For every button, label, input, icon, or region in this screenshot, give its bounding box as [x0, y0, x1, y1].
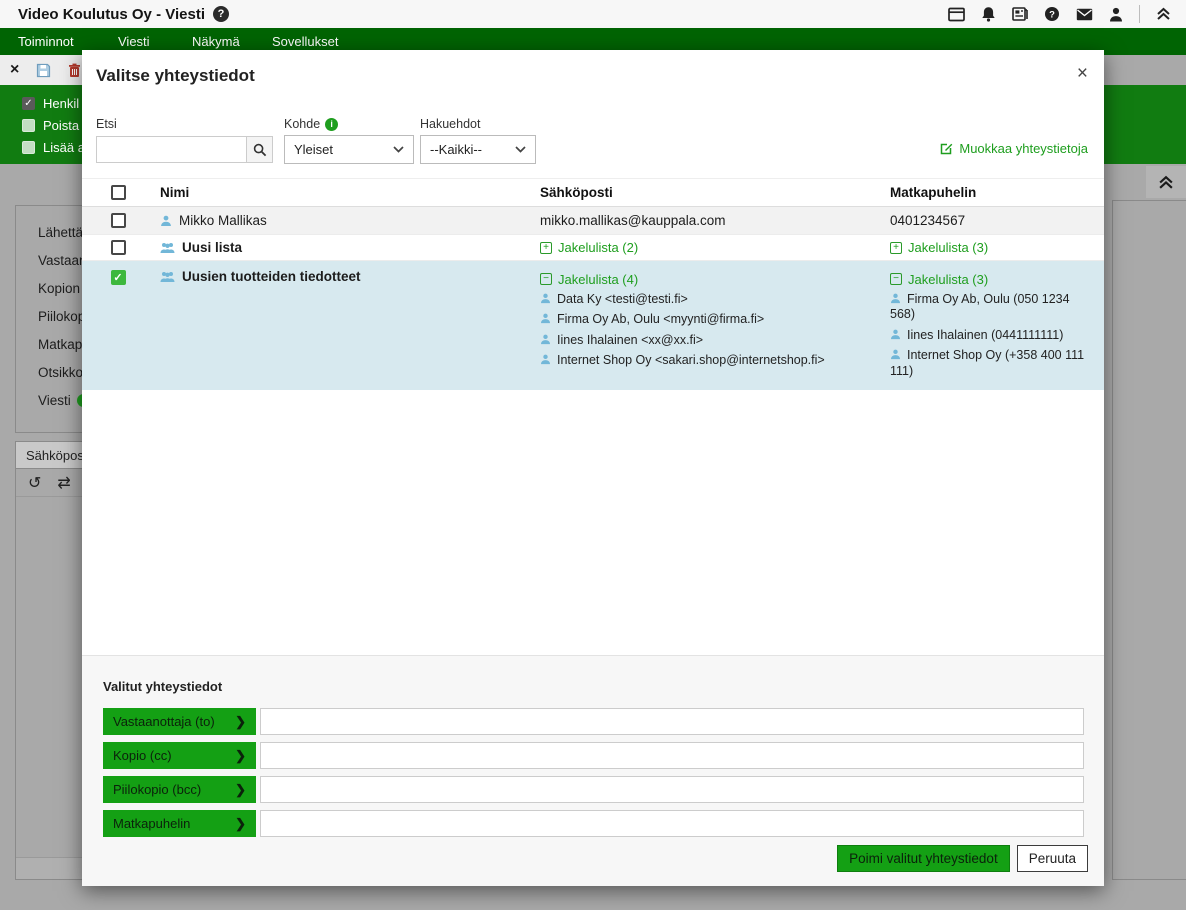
vastaanottaja-to-button[interactable]: Vastaanottaja (to) ❯ [103, 708, 256, 735]
row-checkbox[interactable] [111, 240, 126, 255]
matkapuhelin-field[interactable] [260, 810, 1084, 837]
menu-toiminnot[interactable]: Toiminnot [18, 28, 74, 55]
table-header-row: Nimi Sähköposti Matkapuhelin [82, 178, 1104, 207]
group-icon [160, 242, 175, 254]
person-icon [890, 293, 901, 304]
list-member: Internet Shop Oy (+358 400 111 111) [890, 348, 1088, 379]
kopio-cc-field[interactable] [260, 742, 1084, 769]
expand-icon[interactable]: + [540, 242, 552, 254]
piilokopio-bcc-field[interactable] [260, 776, 1084, 803]
hakuehdot-label: Hakuehdot [420, 117, 480, 131]
search-button[interactable] [246, 136, 273, 163]
vastaanottaja-to-field[interactable] [260, 708, 1084, 735]
mail-icon[interactable] [1075, 5, 1093, 23]
person-icon [540, 313, 551, 324]
trash-icon[interactable] [68, 63, 81, 78]
kopio-cc-button[interactable]: Kopio (cc) ❯ [103, 742, 256, 769]
save-icon[interactable] [36, 63, 51, 78]
selected-contacts-section: Valitut yhteystiedot Vastaanottaja (to) … [82, 655, 1104, 886]
row-phone: 0401234567 [890, 213, 1088, 228]
list-member: Iines Ihalainen (0441111111) [890, 328, 1088, 344]
col-header-nimi: Nimi [144, 185, 540, 200]
person-icon [540, 293, 551, 304]
col-header-sahkoposti: Sähköposti [540, 185, 890, 200]
background-toolbar: × [0, 55, 82, 85]
chevron-right-icon: ❯ [235, 782, 246, 798]
group-icon [160, 271, 175, 283]
newsletter-icon[interactable] [1011, 5, 1029, 23]
select-all-checkbox[interactable] [111, 185, 126, 200]
row-email: mikko.mallikas@kauppala.com [540, 213, 890, 228]
selected-contacts-title: Valitut yhteystiedot [103, 679, 222, 694]
etsi-label: Etsi [96, 117, 117, 131]
list-member: Iines Ihalainen <xx@xx.fi> [540, 333, 890, 349]
col-header-matkapuhelin: Matkapuhelin [890, 185, 1088, 200]
topbar-divider [1139, 5, 1140, 23]
window-icon[interactable] [947, 5, 965, 23]
edit-contacts-link[interactable]: Muokkaa yhteystietoja [940, 141, 1088, 156]
kohde-label: Kohde i [284, 117, 338, 131]
person-icon [540, 354, 551, 365]
redo-icon[interactable]: ⇄ [57, 473, 70, 493]
list-member: Firma Oy Ab, Oulu (050 1234 568) [890, 292, 1088, 323]
jakelulista-link[interactable]: − Jakelulista (4) [540, 272, 638, 287]
close-icon[interactable]: × [10, 61, 19, 79]
background-right-panel [1112, 200, 1186, 880]
checkbox-checked[interactable]: ✓ [22, 97, 35, 110]
matkapuhelin-button[interactable]: Matkapuhelin ❯ [103, 810, 256, 837]
person-icon [890, 329, 901, 340]
undo-icon[interactable]: ↺ [28, 473, 41, 493]
hakuehdot-select[interactable]: --Kaikki-- [420, 135, 536, 164]
checkbox-unchecked[interactable] [22, 141, 35, 154]
edit-icon [940, 142, 953, 155]
title-bar: Video Koulutus Oy - Viesti ? ? [0, 0, 1186, 28]
help-icon[interactable]: ? [1043, 5, 1061, 23]
table-row[interactable]: Mikko Mallikas mikko.mallikas@kauppala.c… [82, 207, 1104, 234]
chevron-down-icon [393, 146, 404, 153]
jakelulista-link[interactable]: + Jakelulista (2) [540, 240, 890, 255]
collapse-list-icon[interactable]: − [890, 273, 902, 285]
contact-picker-dialog: Valitse yhteystiedot × Etsi Kohde i Haku… [82, 50, 1104, 886]
row-checkbox-checked[interactable]: ✓ [111, 270, 126, 285]
expand-icon[interactable]: + [890, 242, 902, 254]
person-icon [890, 349, 901, 360]
panel-collapse-button[interactable] [1146, 166, 1186, 198]
list-member: Data Ky <testi@testi.fi> [540, 292, 890, 308]
contacts-table: Nimi Sähköposti Matkapuhelin Mikko Malli… [82, 178, 1104, 390]
cancel-button[interactable]: Peruuta [1017, 845, 1088, 872]
field-label-otsikko: Otsikko [38, 365, 83, 380]
collapse-icon[interactable] [1154, 5, 1172, 23]
dialog-title: Valitse yhteystiedot [96, 66, 255, 86]
checkbox-unchecked[interactable] [22, 119, 35, 132]
title-status-icon: ? [213, 6, 229, 22]
kohde-select[interactable]: Yleiset [284, 135, 414, 164]
field-label-viesti: Viesti [38, 393, 71, 408]
list-member: Internet Shop Oy <sakari.shop@internetsh… [540, 353, 890, 369]
svg-text:?: ? [1049, 9, 1055, 20]
close-icon[interactable]: × [1077, 64, 1088, 83]
table-row-selected[interactable]: ✓ Uusien tuotteiden tiedotteet − Jakelul… [82, 261, 1104, 390]
person-icon [540, 334, 551, 345]
jakelulista-link[interactable]: + Jakelulista (3) [890, 240, 1088, 255]
bell-icon[interactable] [979, 5, 997, 23]
person-icon [160, 215, 172, 227]
chevron-right-icon: ❯ [235, 748, 246, 764]
list-member: Firma Oy Ab, Oulu <myynti@firma.fi> [540, 312, 890, 328]
chevron-right-icon: ❯ [235, 816, 246, 832]
piilokopio-bcc-button[interactable]: Piilokopio (bcc) ❯ [103, 776, 256, 803]
chevron-down-icon [515, 146, 526, 153]
table-row[interactable]: Uusi lista + Jakelulista (2) + Jakelulis… [82, 234, 1104, 261]
app-title: Video Koulutus Oy - Viesti [18, 6, 205, 23]
user-icon[interactable] [1107, 5, 1125, 23]
collapse-list-icon[interactable]: − [540, 273, 552, 285]
info-icon: i [325, 118, 338, 131]
pick-selected-contacts-button[interactable]: Poimi valitut yhteystiedot [837, 845, 1010, 872]
chevron-right-icon: ❯ [235, 714, 246, 730]
search-input[interactable] [96, 136, 246, 163]
jakelulista-link[interactable]: − Jakelulista (3) [890, 272, 988, 287]
row-checkbox[interactable] [111, 213, 126, 228]
